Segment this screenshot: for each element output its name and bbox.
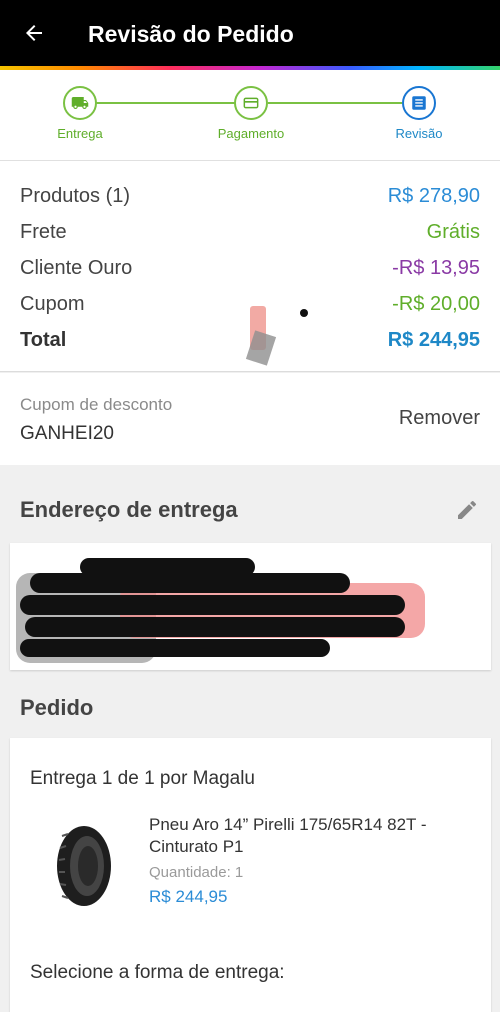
redaction-mark [20,639,330,657]
address-card[interactable] [10,543,491,670]
summary-value: Grátis [426,220,480,243]
step-pagamento[interactable]: Pagamento [191,86,311,143]
summary-row-products: Produtos (1) R$ 278,90 [20,181,480,211]
summary-label: Cliente Ouro [20,256,133,279]
redaction-mark [20,595,405,615]
remove-coupon-button[interactable]: Remover [399,407,480,430]
step-label: Pagamento [217,126,285,141]
step-label: Entrega [57,126,103,141]
step-label: Revisão [395,126,443,141]
address-section-title: Endereço de entrega [20,497,238,522]
tire-image [54,824,114,913]
summary-value: -R$ 13,95 [392,256,480,279]
quantity-row: Quantidade: 1 [149,864,243,881]
app-bar: Revisão do Pedido [0,0,500,66]
summary-value: R$ 278,90 [387,184,480,207]
coupon-label: Cupom de desconto [20,395,173,414]
summary-label: Cupom [20,292,85,315]
quantity-label: Quantidade: [149,864,231,881]
coupon-code: GANHEI20 [20,423,114,444]
order-section-title: Pedido [20,695,94,720]
summary-label: Total [20,328,67,351]
summary-label: Frete [20,220,67,243]
step-revisao[interactable]: Revisão [359,86,479,143]
checkout-stepper: Entrega Pagamento Revisão [0,70,500,160]
truck-icon [63,86,97,120]
product-price: R$ 244,95 [149,887,228,906]
step-entrega[interactable]: Entrega [20,86,140,143]
summary-row-shipping: Frete Grátis [20,217,480,247]
summary-value: R$ 244,95 [387,328,480,351]
order-card: Entrega 1 de 1 por Magalu Pneu Aro 14” P… [10,738,491,1012]
product-name[interactable]: Pneu Aro 14” Pirelli 175/65R14 82T - Cin… [149,814,469,858]
redaction-mark [30,573,350,593]
summary-row-gold-client: Cliente Ouro -R$ 13,95 [20,253,480,283]
list-icon [402,86,436,120]
summary-label: Produtos (1) [20,184,131,207]
redaction-mark [25,617,405,637]
page-title: Revisão do Pedido [88,21,294,47]
back-arrow-icon[interactable] [20,19,48,47]
coupon-section: Cupom de desconto GANHEI20 Remover [0,373,500,465]
quantity-value: 1 [234,864,244,881]
select-delivery-label: Selecione a forma de entrega: [30,962,285,983]
card-icon [234,86,268,120]
order-summary: Produtos (1) R$ 278,90 Frete Grátis Clie… [0,160,500,372]
delivery-title: Entrega 1 de 1 por Magalu [30,768,255,789]
pencil-icon[interactable] [454,497,480,523]
dot-mark [300,309,308,317]
summary-value: -R$ 20,00 [392,292,480,315]
